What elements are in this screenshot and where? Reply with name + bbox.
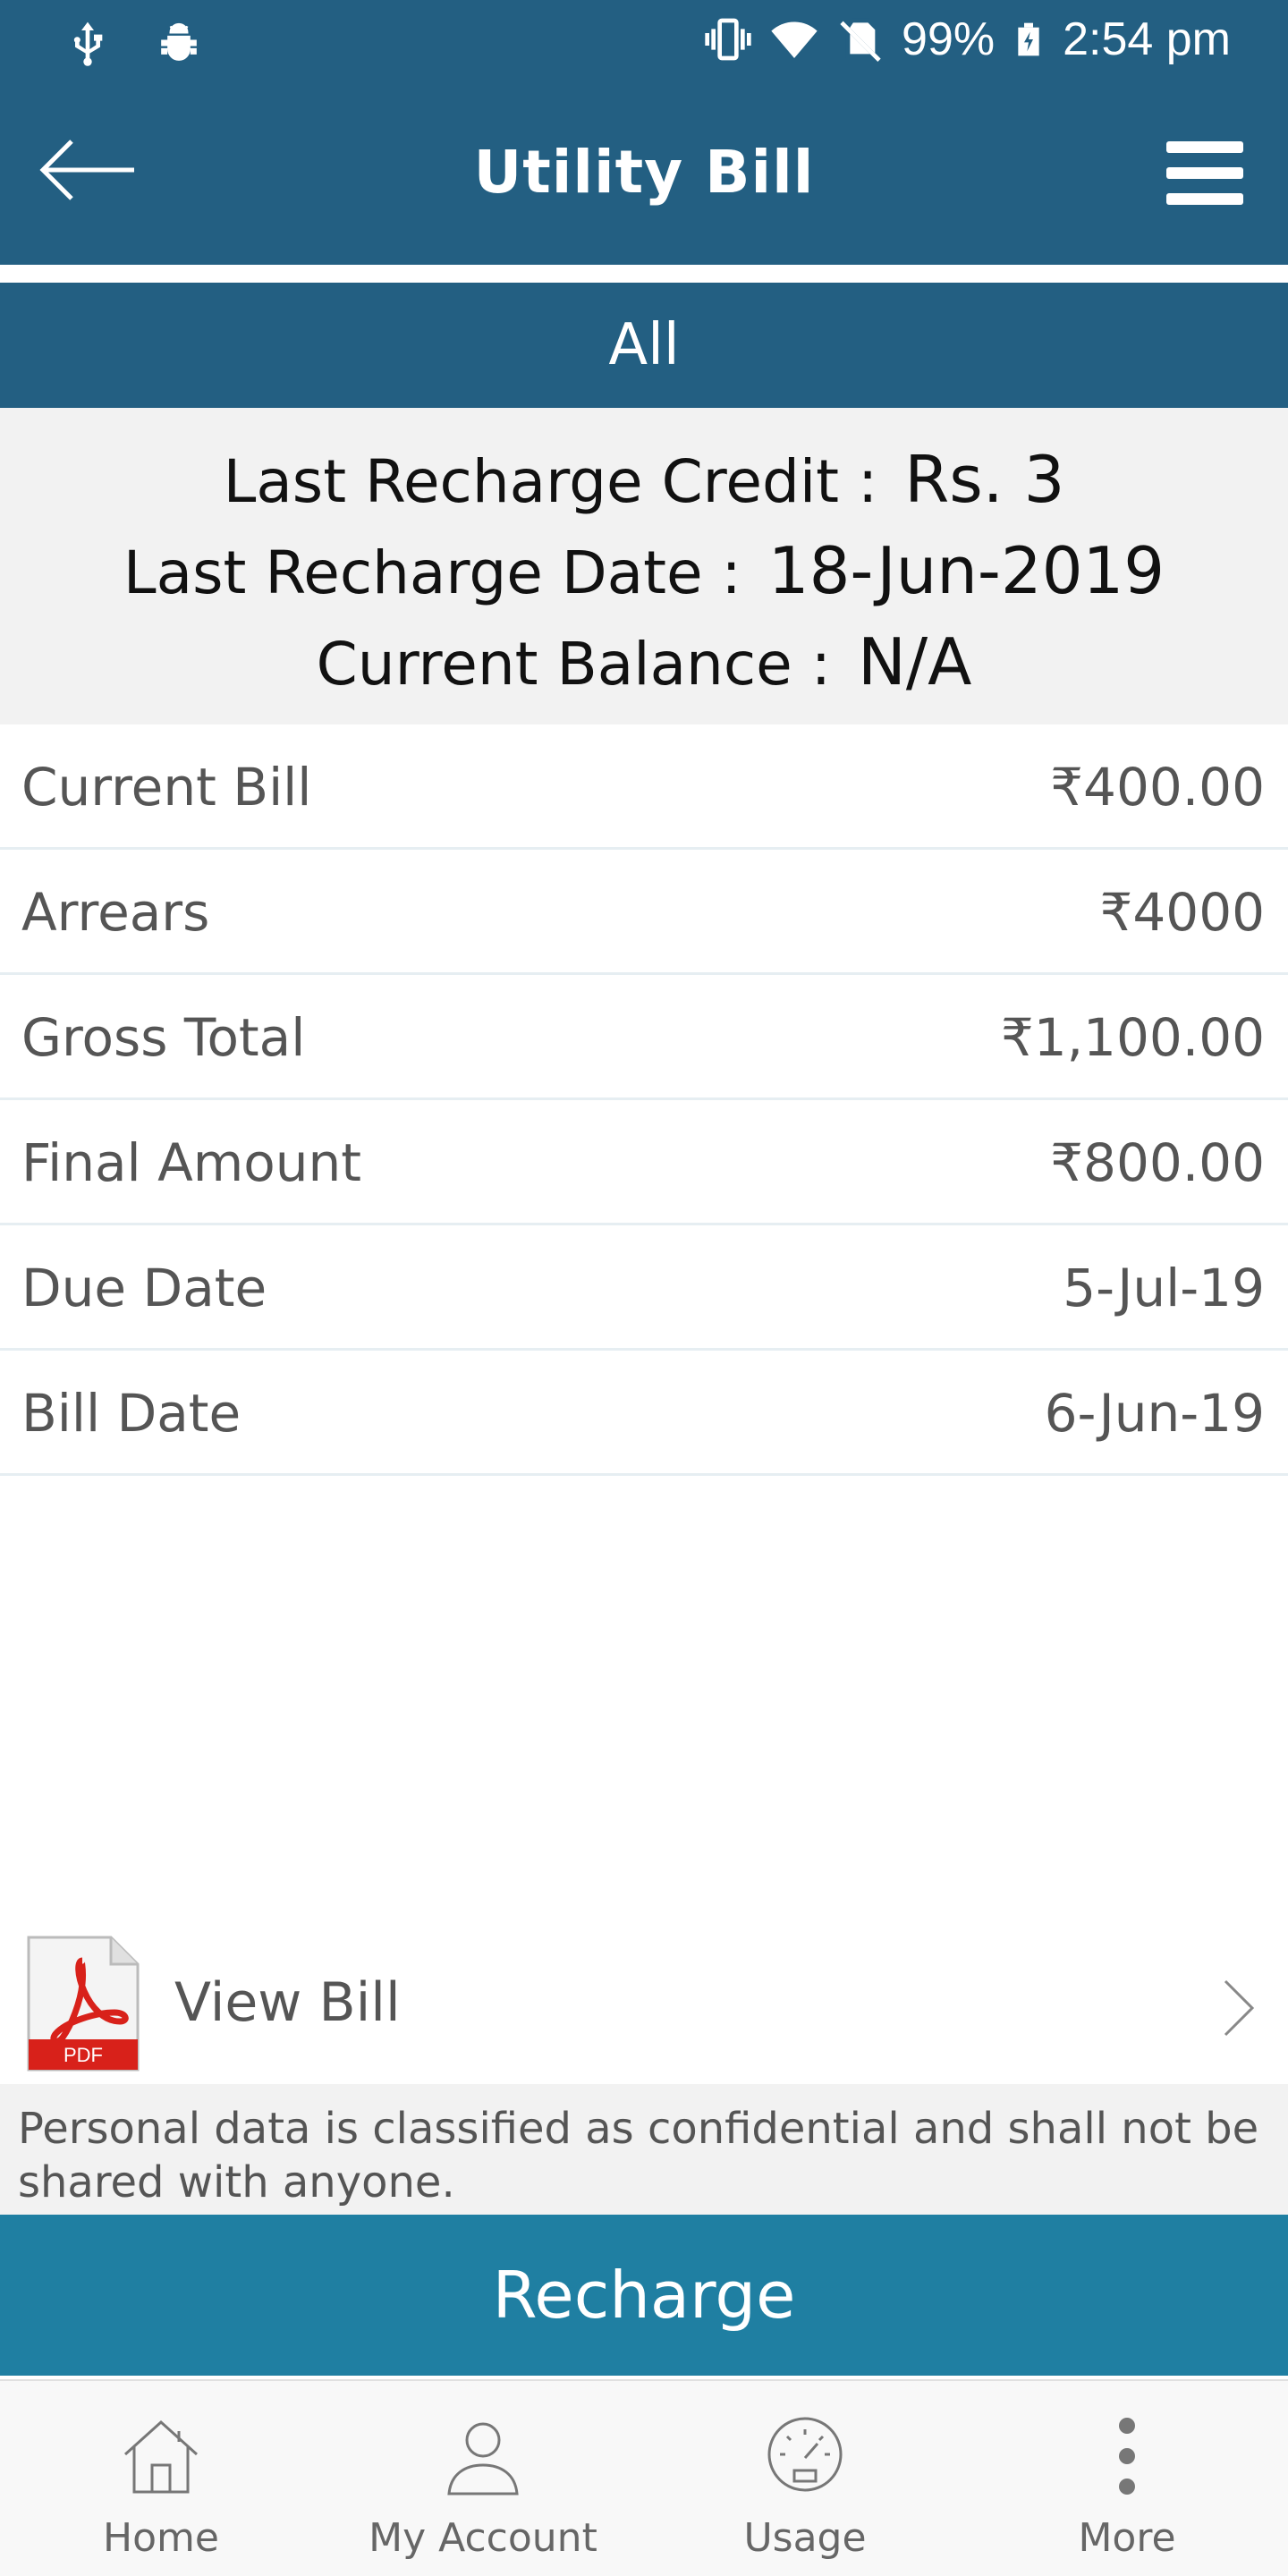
divider [0,265,1288,283]
view-bill-label: View Bill [174,1971,401,2034]
utility-bill-screen: 99% 2:54 pm Utility Bill All Last Rechar… [0,0,1288,2576]
bill-row-value: 5-Jul-19 [1063,1258,1265,1318]
no-sim-icon [840,18,881,62]
filter-selector[interactable]: All [0,283,1288,408]
privacy-note: Personal data is classified as confident… [0,2084,1288,2215]
last-recharge-credit-value: Rs. 3 [904,442,1065,517]
last-recharge-date: Last Recharge Date : 18-Jun-2019 [0,533,1288,608]
battery-percent: 99% [902,13,996,65]
bill-row-due-date: Due Date 5-Jul-19 [0,1225,1288,1351]
bill-details-list: Current Bill ₹400.00 Arrears ₹4000 Gross… [0,724,1288,1476]
last-recharge-date-value: 18-Jun-2019 [767,533,1165,608]
bill-row-label: Bill Date [21,1383,242,1444]
bill-row-final-amount: Final Amount ₹800.00 [0,1100,1288,1225]
android-debug-icon [161,22,197,61]
nav-home-label: Home [103,2515,219,2561]
clock: 2:54 pm [1063,13,1231,65]
bill-row-label: Gross Total [21,1007,306,1068]
chevron-right-icon [1224,1979,1255,2037]
nav-usage[interactable]: Usage [644,2381,966,2576]
last-recharge-credit: Last Recharge Credit : Rs. 3 [0,442,1288,517]
hamburger-menu-icon [1166,141,1243,205]
vibrate-icon [705,18,751,61]
user-icon [447,2422,519,2496]
bill-row-label: Arrears [21,882,210,943]
bill-row-value: ₹1,100.00 [1000,1007,1265,1068]
pdf-badge: PDF [64,2044,103,2066]
battery-charging-icon [1018,22,1039,56]
last-recharge-credit-label: Last Recharge Credit : [223,447,878,516]
nav-more-label: More [1078,2515,1176,2561]
nav-my-account[interactable]: My Account [322,2381,644,2576]
app-bar: Utility Bill [0,86,1288,265]
bill-row-value: 6-Jun-19 [1044,1383,1265,1444]
status-bar: 99% 2:54 pm [0,0,1288,86]
nav-usage-label: Usage [743,2515,867,2561]
bill-row-current-bill: Current Bill ₹400.00 [0,724,1288,850]
speedometer-icon [767,2417,843,2492]
bill-row-arrears: Arrears ₹4000 [0,850,1288,975]
bill-row-value: ₹800.00 [1050,1132,1265,1193]
current-balance: Current Balance : N/A [0,624,1288,699]
more-vertical-icon [1119,2418,1135,2495]
nav-my-account-label: My Account [369,2515,597,2561]
home-icon [123,2419,199,2494]
last-recharge-date-label: Last Recharge Date : [123,538,741,607]
menu-button[interactable] [1166,141,1243,206]
bill-row-label: Final Amount [21,1132,362,1193]
nav-home[interactable]: Home [0,2381,322,2576]
recharge-info-panel: Last Recharge Credit : Rs. 3 Last Recharg… [0,408,1288,724]
bill-row-label: Due Date [21,1258,267,1318]
nav-more[interactable]: More [966,2381,1288,2576]
wifi-icon [771,21,818,58]
bottom-navigation: Home My Account Usage More [0,2379,1288,2576]
pdf-file-icon: PDF [27,1936,140,2072]
view-bill-button[interactable]: PDF View Bill [0,1923,1288,2084]
usb-icon [73,21,103,66]
current-balance-value: N/A [857,624,972,699]
bill-row-gross-total: Gross Total ₹1,100.00 [0,975,1288,1100]
bill-row-value: ₹4000 [1099,882,1265,943]
page-title: Utility Bill [473,138,815,207]
bill-row-value: ₹400.00 [1050,757,1265,818]
bill-row-bill-date: Bill Date 6-Jun-19 [0,1351,1288,1476]
current-balance-label: Current Balance : [316,630,831,699]
recharge-button[interactable]: Recharge [0,2215,1288,2376]
bill-row-label: Current Bill [21,757,312,818]
